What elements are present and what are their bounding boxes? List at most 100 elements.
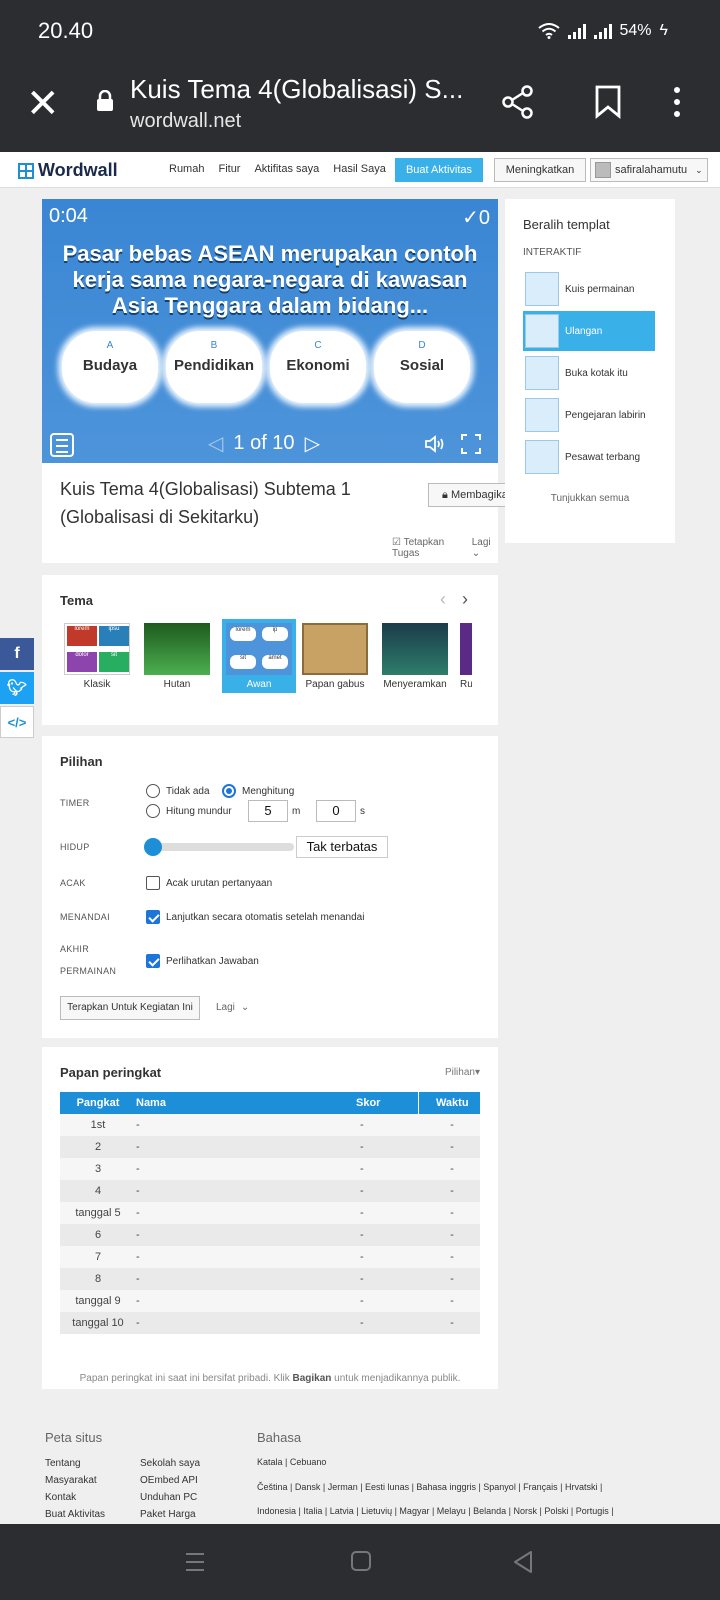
- fullscreen-icon[interactable]: [460, 433, 482, 455]
- wordwall-logo[interactable]: Wordwall: [18, 160, 118, 181]
- theme-panel: Tema ‹ › lorem ipsu dolor sit Klasik Hut…: [42, 575, 498, 725]
- more-link[interactable]: Lagi ⌄: [216, 1002, 249, 1013]
- nav-my-results[interactable]: Hasil Saya: [333, 163, 386, 175]
- shuffle-checkbox[interactable]: Acak urutan pertanyaan: [146, 876, 272, 890]
- seconds-input[interactable]: 0: [316, 800, 356, 822]
- footer-link[interactable]: Buat Aktivitas: [45, 1509, 105, 1520]
- template-ulangan[interactable]: Ulangan: [523, 311, 655, 351]
- slider-handle[interactable]: [144, 838, 162, 856]
- facebook-icon[interactable]: f: [0, 638, 34, 670]
- template-airplane[interactable]: Pesawat terbang: [523, 437, 655, 477]
- nav-features[interactable]: Fitur: [218, 163, 240, 175]
- table-row: 4---: [60, 1180, 480, 1202]
- time-cell: -: [418, 1202, 480, 1224]
- col-score: Skor: [350, 1092, 419, 1114]
- sound-icon[interactable]: [424, 433, 446, 455]
- bookmark-icon[interactable]: [594, 84, 622, 120]
- theme-awan[interactable]: lorem ip sit amet Awan: [222, 619, 296, 693]
- rank-cell: 6: [60, 1224, 130, 1246]
- answer-d[interactable]: D Sosial: [374, 331, 470, 403]
- home-icon[interactable]: [350, 1550, 372, 1572]
- footer-link[interactable]: Paket Harga: [140, 1509, 196, 1520]
- language-links[interactable]: Čeština | Dansk | Jerman | Eesti lunas |…: [257, 1482, 602, 1492]
- theme-thumb: lorem ip sit amet: [226, 623, 292, 675]
- chevron-right-icon[interactable]: ›: [462, 589, 468, 610]
- assign-link[interactable]: ☑ Tetapkan Tugas: [392, 537, 464, 559]
- language-links[interactable]: Katala | Cebuano: [257, 1457, 326, 1467]
- rank-cell: tanggal 5: [60, 1202, 130, 1224]
- checkbox[interactable]: [146, 876, 160, 890]
- answer-c[interactable]: C Ekonomi: [270, 331, 366, 403]
- site-header: Wordwall Rumah Fitur Aktifitas saya Hasi…: [0, 152, 720, 188]
- name-cell: -: [130, 1312, 350, 1334]
- lives-slider[interactable]: [150, 843, 294, 851]
- theme-more[interactable]: Ru: [460, 623, 472, 690]
- username: safiralahamutu: [615, 164, 688, 176]
- show-answers-checkbox[interactable]: Perlihatkan Jawaban: [146, 954, 259, 968]
- table-row: 8---: [60, 1268, 480, 1290]
- answer-a[interactable]: A Budaya: [62, 331, 158, 403]
- game-player[interactable]: 0:04 ✓0 Pasar bebas ASEAN merupakan cont…: [42, 199, 498, 463]
- more-link[interactable]: Lagi ⌄: [472, 537, 498, 559]
- twitter-icon[interactable]: 🐦︎: [0, 672, 34, 704]
- page-title[interactable]: Kuis Tema 4(Globalisasi) S...: [130, 74, 480, 105]
- rank-cell: 7: [60, 1246, 130, 1268]
- footer-link[interactable]: OEmbed API: [140, 1475, 198, 1486]
- timer-count-option[interactable]: Menghitung: [222, 784, 294, 798]
- leaderboard-table: Pangkat Nama Skor Waktu 1st - - -2- - -3- - -4-…: [60, 1092, 480, 1334]
- footer-link[interactable]: Tentang: [45, 1458, 81, 1469]
- show-all-link[interactable]: Tunjukkan semua: [505, 493, 675, 504]
- recent-apps-icon[interactable]: [184, 1552, 206, 1572]
- theme-klasik[interactable]: lorem ipsu dolor sit Klasik: [64, 623, 130, 690]
- nav-my-activities[interactable]: Aktifitas saya: [254, 163, 319, 175]
- footer-link[interactable]: Kontak: [45, 1492, 76, 1503]
- radio[interactable]: [146, 784, 160, 798]
- theme-hutan[interactable]: Hutan: [144, 623, 210, 690]
- template-open-box[interactable]: Buka kotak itu: [523, 353, 655, 393]
- lives-value: Tak terbatas: [296, 836, 388, 858]
- footer-link[interactable]: Unduhan PC: [140, 1492, 197, 1503]
- timer-countdown-option[interactable]: Hitung mundur: [146, 804, 232, 818]
- next-icon[interactable]: ▷: [305, 431, 320, 456]
- language-links[interactable]: Indonesia | Italia | Latvia | Lietuvių |…: [257, 1506, 614, 1516]
- template-maze-chase[interactable]: Pengejaran labirin: [523, 395, 655, 435]
- timer-none-option[interactable]: Tidak ada: [146, 784, 210, 798]
- theme-menyeramkan[interactable]: Menyeramkan: [382, 623, 448, 690]
- col-time: Waktu: [418, 1092, 480, 1114]
- radio[interactable]: [222, 784, 236, 798]
- leaderboard-options[interactable]: Pilihan▾: [445, 1067, 480, 1078]
- theme-papan-gabus[interactable]: Papan gabus: [302, 623, 368, 690]
- more-vert-icon[interactable]: [672, 84, 682, 120]
- theme-thumb: [302, 623, 368, 675]
- lives-label: HIDUP: [60, 842, 90, 852]
- sitemap-heading: Peta situs: [45, 1430, 103, 1445]
- share-icon[interactable]: [500, 84, 536, 120]
- activity-info: Kuis Tema 4(Globalisasi) Subtema 1 (Glob…: [42, 463, 528, 563]
- footer-link[interactable]: Sekolah saya: [140, 1458, 200, 1469]
- share-link[interactable]: Bagikan: [293, 1373, 332, 1384]
- prev-icon[interactable]: ◁: [208, 431, 223, 456]
- nav-home[interactable]: Rumah: [169, 163, 204, 175]
- create-activity-button[interactable]: Buat Aktivitas: [395, 158, 483, 182]
- checkbox[interactable]: [146, 910, 160, 924]
- template-thumb: [525, 398, 559, 432]
- apply-button[interactable]: Terapkan Untuk Kegiatan Ini: [60, 996, 200, 1020]
- chevron-left-icon[interactable]: ‹: [440, 589, 446, 610]
- score-cell: -: [350, 1246, 418, 1268]
- answer-b[interactable]: B Pendidikan: [166, 331, 262, 403]
- close-icon[interactable]: ✕: [26, 84, 60, 124]
- game-menu-icon[interactable]: [50, 433, 74, 457]
- user-menu[interactable]: safiralahamutu ⌄: [590, 158, 708, 182]
- template-quiz[interactable]: Kuis permainan: [523, 269, 655, 309]
- radio[interactable]: [146, 804, 160, 818]
- minutes-input[interactable]: 5: [248, 800, 288, 822]
- page-domain[interactable]: wordwall.net: [130, 110, 241, 133]
- language-heading: Bahasa: [257, 1430, 302, 1445]
- mark-checkbox[interactable]: Lanjutkan secara otomatis setelah menand…: [146, 910, 364, 924]
- footer-link[interactable]: Masyarakat: [45, 1475, 97, 1486]
- name-cell: -: [130, 1202, 350, 1224]
- back-icon[interactable]: [512, 1550, 534, 1574]
- checkbox[interactable]: [146, 954, 160, 968]
- upgrade-button[interactable]: Meningkatkan: [494, 158, 586, 182]
- embed-icon[interactable]: </>: [0, 706, 34, 738]
